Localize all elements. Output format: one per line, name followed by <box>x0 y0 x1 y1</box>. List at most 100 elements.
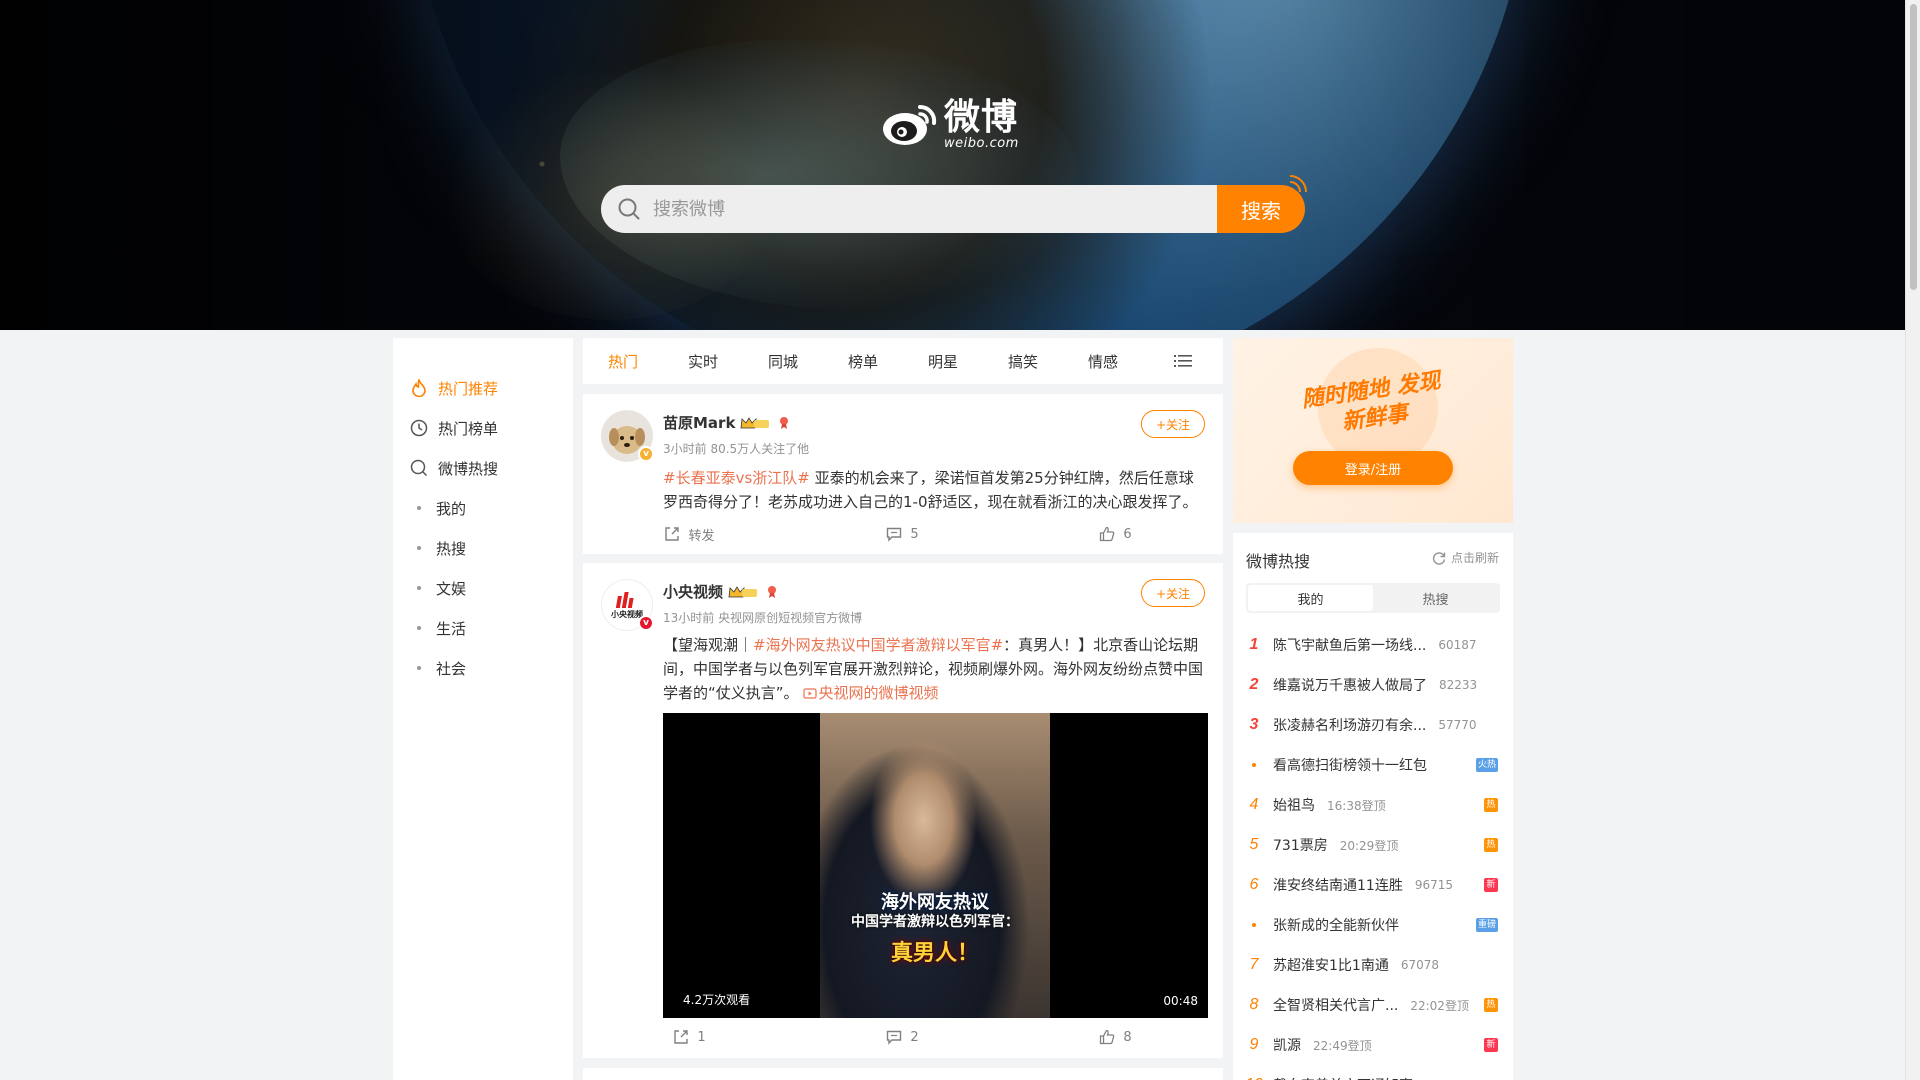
nav-item-mine[interactable]: 我的 <box>393 488 573 528</box>
nav-label: 热门推荐 <box>438 379 499 398</box>
topic-link[interactable]: #长春亚泰vs浙江队# <box>663 469 810 487</box>
switch-tab-mine[interactable]: 我的 <box>1248 585 1373 611</box>
feed-tabs: 热门 实时 同城 榜单 明星 搞笑 情感 <box>583 338 1223 384</box>
like-count: 8 <box>1123 1029 1132 1045</box>
nav-label: 生活 <box>436 619 467 638</box>
rank-number: 3 <box>1249 716 1259 733</box>
hot-search-text: 始祖鸟 <box>1273 798 1315 814</box>
nav-item-hot-search[interactable]: 微博热搜 <box>393 448 573 488</box>
verified-badge: v <box>638 615 654 631</box>
video-thumbnail: 海外网友热议 中国学者激辩以色列军官： 真男人！ <box>820 713 1050 1018</box>
hot-search-item[interactable]: 看高德扫街榜领十一红包 火热 <box>1233 745 1513 785</box>
nav-label: 微博热搜 <box>438 459 499 478</box>
refresh-icon <box>1432 551 1446 565</box>
video-source-link[interactable]: 央视网的微博视频 <box>799 684 939 702</box>
hot-search-item[interactable]: 张新成的全能新伙伴 重磅 <box>1233 905 1513 945</box>
tab-emotion[interactable]: 情感 <box>1063 351 1143 372</box>
hot-search-count: 57770 <box>1438 718 1477 732</box>
video-link-icon <box>802 688 817 699</box>
hot-search-count: 16:38登顶 <box>1327 798 1386 813</box>
refresh-button[interactable]: 点击刷新 <box>1432 549 1499 566</box>
comment-button[interactable]: 5 <box>796 522 1009 546</box>
like-button[interactable]: 6 <box>1009 522 1222 546</box>
search-box <box>601 185 1217 233</box>
weibo-logo[interactable]: 微博 weibo.com <box>880 96 1019 152</box>
hero-shade <box>0 0 1905 330</box>
comment-icon <box>887 1030 902 1045</box>
refresh-label: 点击刷新 <box>1450 551 1499 565</box>
search-bar: 搜索 <box>601 185 1305 233</box>
topic-link[interactable]: #海外网友热议中国学者激辩以军官# <box>753 636 1003 654</box>
hot-search-count: 96715 <box>1414 878 1454 892</box>
repost-button[interactable]: 1 <box>583 1025 796 1049</box>
video-caption: 中国学者激辩以色列军官： <box>851 914 1019 930</box>
nav-item-society[interactable]: 社会 <box>393 648 573 688</box>
nav-label: 文娱 <box>436 579 467 598</box>
tab-realtime[interactable]: 实时 <box>663 351 743 372</box>
bullet-dot <box>417 626 421 630</box>
tab-stars[interactable]: 明星 <box>903 351 983 372</box>
vip-crown-icon <box>740 416 770 430</box>
verified-badge: v <box>638 446 654 462</box>
nav-item-hot-recommend[interactable]: 热门推荐 <box>393 368 573 408</box>
tab-hot[interactable]: 热门 <box>583 351 663 372</box>
like-button[interactable]: 8 <box>1009 1025 1222 1049</box>
hot-search-count: 20:29登顶 <box>1339 838 1399 853</box>
hot-search-text: 张新成的全能新伙伴 <box>1273 918 1399 934</box>
post-author[interactable]: 小央视频 <box>663 581 778 602</box>
video-duration: 00:48 <box>1163 994 1198 1008</box>
hot-search-item[interactable]: 5 731票房 20:29登顶 热 <box>1233 825 1513 865</box>
logo-text-cn: 微博 <box>944 95 1019 138</box>
hot-search-badge: 新 <box>1484 1038 1498 1052</box>
tab-local[interactable]: 同城 <box>743 351 823 372</box>
tab-ranking[interactable]: 榜单 <box>823 351 903 372</box>
hot-search-text: 凯源 <box>1273 1038 1301 1054</box>
nav-label: 热门榜单 <box>438 419 499 438</box>
hot-search-item[interactable]: 3 张凌赫名利场游刃有余... 57770 <box>1233 705 1513 745</box>
signal-icon <box>1289 175 1307 193</box>
nav-label: 热搜 <box>436 539 467 558</box>
follow-button[interactable]: +关注 <box>1141 410 1205 438</box>
nav-item-hot-rank[interactable]: 热门榜单 <box>393 408 573 448</box>
bullet-dot <box>417 586 421 590</box>
hot-search-item[interactable]: 8 全智贤相关代言广... 22:02登顶 热 <box>1233 985 1513 1025</box>
hot-search-item[interactable]: 1 陈飞宇献鱼后第一场线... 60187 <box>1233 625 1513 665</box>
nav-item-life[interactable]: 生活 <box>393 608 573 648</box>
post-author[interactable]: 苗原Mark <box>663 412 790 433</box>
hot-search-item[interactable]: 9 凯源 22:49登顶 新 <box>1233 1025 1513 1065</box>
vertical-scrollbar[interactable] <box>1905 0 1920 1080</box>
bullet-dot <box>417 666 421 670</box>
like-count: 6 <box>1123 526 1132 542</box>
tab-more-menu[interactable] <box>1143 354 1223 368</box>
post-text: 【望海观潮｜#海外网友热议中国学者激辩以军官#：真男人！】北京香山论坛期间，中国… <box>663 633 1208 705</box>
hot-search-list: 1 陈飞宇献鱼后第一场线... 60187 2 维嘉说万千惠被人做局了 82233 3 张凌赫… <box>1233 625 1513 1080</box>
hot-search-item[interactable]: 4 始祖鸟 16:38登顶 热 <box>1233 785 1513 825</box>
hot-search-item[interactable]: 2 维嘉说万千惠被人做局了 82233 <box>1233 665 1513 705</box>
fire-icon <box>410 379 428 397</box>
cctv-logo-icon <box>616 592 634 608</box>
hot-search-text: 张凌赫名利场游刃有余... <box>1273 718 1427 734</box>
comment-count: 2 <box>910 1029 919 1045</box>
login-register-button[interactable]: 登录/注册 <box>1293 451 1453 485</box>
thumbs-up-icon <box>1100 526 1115 542</box>
rank-number: 2 <box>1249 676 1259 693</box>
hot-search-item[interactable]: 6 淮安终结南通11连胜 96715 新 <box>1233 865 1513 905</box>
repost-button[interactable]: 转发 <box>583 522 796 546</box>
hot-search-item[interactable]: 7 苏超淮安1比1南通 67078 <box>1233 945 1513 985</box>
switch-tab-hot[interactable]: 热搜 <box>1373 585 1498 611</box>
nav-item-trending[interactable]: 热搜 <box>393 528 573 568</box>
scrollbar-thumb[interactable] <box>1910 4 1917 290</box>
follow-button[interactable]: +关注 <box>1141 579 1205 607</box>
hot-search-text: 戴向宇曾单方面通知离... <box>1273 1075 1426 1080</box>
hot-search-text: 淮安终结南通11连胜 <box>1273 878 1403 894</box>
tab-funny[interactable]: 搞笑 <box>983 351 1063 372</box>
search-input[interactable] <box>653 198 1153 220</box>
list-menu-icon <box>1174 355 1192 367</box>
nav-item-entertainment[interactable]: 文娱 <box>393 568 573 608</box>
rank-number: 10 <box>1245 1076 1263 1080</box>
video-player[interactable]: 海外网友热议 中国学者激辩以色列军官： 真男人！ 4.2万次观看 00:48 <box>663 713 1208 1018</box>
hot-search-item[interactable]: 10戴向宇曾单方面通知离...89230 <box>1233 1065 1513 1080</box>
video-caption: 真男人！ <box>890 941 979 966</box>
comment-button[interactable]: 2 <box>796 1025 1009 1049</box>
hot-search-count: 82233 <box>1439 678 1478 692</box>
